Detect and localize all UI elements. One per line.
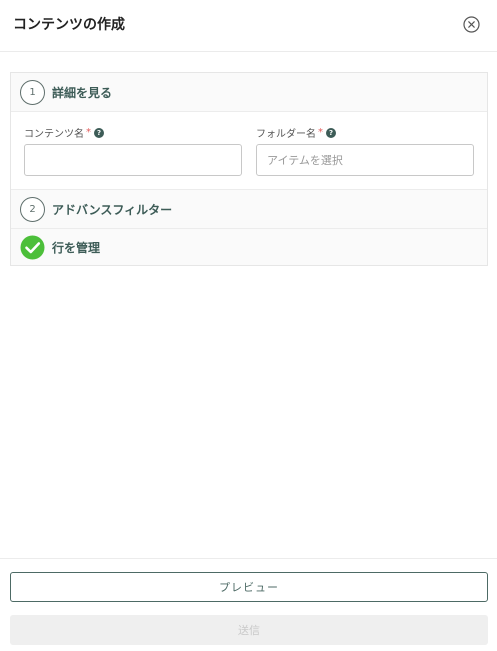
step-3-header[interactable]: 行を管理 (11, 228, 487, 266)
steps-accordion: 1 詳細を見る コンテンツ名 * ? フォルダー名 * ? アイテムを選択 2 … (10, 72, 488, 266)
dialog-title: コンテンツの作成 (13, 17, 125, 33)
content-name-label: コンテンツ名 * ? (24, 125, 104, 140)
dialog-header: コンテンツの作成 (0, 0, 497, 52)
footer-divider (0, 558, 497, 559)
help-icon[interactable]: ? (94, 127, 104, 138)
step-1-header[interactable]: 1 詳細を見る (11, 73, 487, 111)
step-1-body: コンテンツ名 * ? フォルダー名 * ? アイテムを選択 (11, 111, 487, 190)
content-name-input[interactable] (24, 144, 242, 176)
checkmark-circle-icon (20, 235, 45, 259)
folder-name-label: フォルダー名 * ? (256, 125, 336, 140)
preview-button[interactable]: プレビュー (10, 572, 488, 602)
help-icon[interactable]: ? (326, 127, 336, 138)
required-marker: * (318, 127, 323, 138)
step-2-header[interactable]: 2 アドバンスフィルター (11, 190, 487, 228)
step-3-label: 行を管理 (52, 240, 101, 255)
submit-button[interactable]: 送信 (10, 615, 488, 645)
step-1-number: 1 (20, 79, 45, 105)
required-marker: * (86, 127, 91, 138)
step-2-label: アドバンスフィルター (52, 202, 173, 217)
step-1-label: 詳細を見る (52, 85, 113, 100)
step-2-number: 2 (20, 196, 45, 222)
close-icon[interactable] (463, 16, 480, 33)
folder-select[interactable]: アイテムを選択 (256, 144, 474, 176)
